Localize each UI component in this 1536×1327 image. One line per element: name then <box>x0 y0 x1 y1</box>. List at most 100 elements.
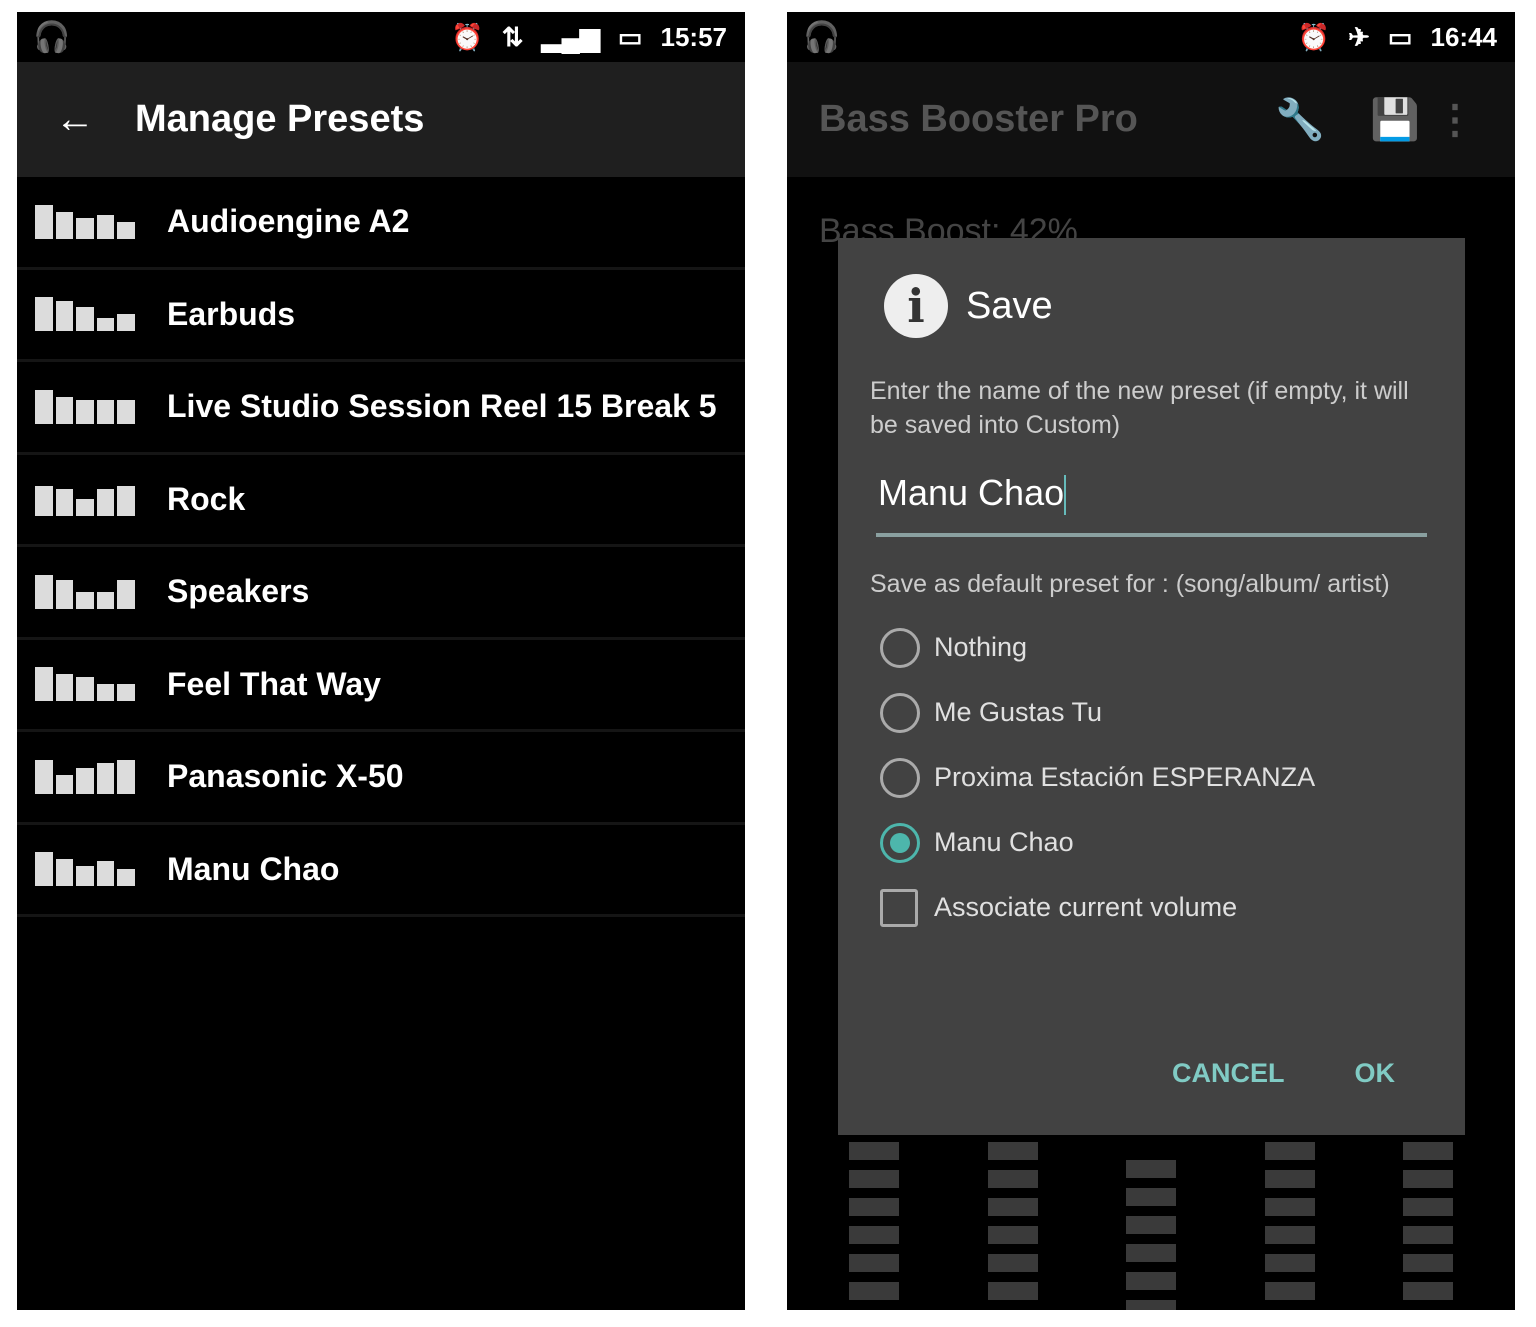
eq-bar <box>35 485 53 517</box>
preset-name: Audioengine A2 <box>167 203 410 240</box>
eq-bar <box>55 300 74 332</box>
preset-item[interactable]: Rock <box>17 455 745 547</box>
radio-button[interactable] <box>880 692 920 733</box>
eq-bar <box>35 297 53 332</box>
eq-bar <box>117 399 135 424</box>
save-icon[interactable]: 💾 <box>1370 96 1420 143</box>
eq-bar <box>55 775 74 794</box>
eq-bar <box>35 852 53 887</box>
eq-band <box>1126 1160 1176 1310</box>
save-dialog: i Save Enter the name of the new preset … <box>838 238 1465 1135</box>
eq-bar <box>55 489 74 517</box>
eq-bar <box>55 396 74 424</box>
signal-icon: ▂▄▆ <box>541 22 600 52</box>
checkbox-label: Associate current volume <box>934 892 1238 923</box>
radio-button[interactable] <box>880 822 920 863</box>
eq-bar <box>117 485 135 517</box>
eq-bar <box>35 759 53 794</box>
alarm-icon: ⏰ <box>451 22 484 52</box>
radio-option[interactable]: Proxima Estación ESPERANZA <box>880 745 1465 810</box>
dialog-title: Save <box>966 284 1053 327</box>
status-bar: 🎧 ⏰ ⇅ ▂▄▆ ▭ 15:57 <box>17 12 745 62</box>
equalizer-icon <box>35 759 135 794</box>
status-time: 16:44 <box>1430 22 1498 52</box>
radio-button[interactable] <box>880 757 920 798</box>
equalizer-icon <box>35 389 135 424</box>
preset-list: Audioengine A2 Earbuds Live Studio Session… <box>17 177 745 917</box>
equalizer-icon <box>35 667 135 702</box>
preset-item[interactable]: Audioengine A2 <box>17 177 745 270</box>
radio-option[interactable]: Manu Chao <box>880 810 1465 875</box>
battery-icon: ▭ <box>617 22 643 52</box>
eq-band <box>987 1142 1038 1310</box>
cancel-button[interactable]: CANCEL <box>1172 1058 1285 1089</box>
eq-bar <box>117 684 135 702</box>
preset-item[interactable]: Live Studio Session Reel 15 Break 5 <box>17 362 745 455</box>
status-time: 15:57 <box>660 22 728 52</box>
preset-name: Panasonic X-50 <box>167 758 404 795</box>
eq-band <box>849 1142 899 1310</box>
radio-button[interactable] <box>880 627 920 668</box>
eq-bar <box>35 389 53 424</box>
toolbar: ← Manage Presets <box>17 62 745 177</box>
arrow-left-icon[interactable]: ← <box>55 97 135 142</box>
eq-band <box>1403 1142 1453 1310</box>
more-vert-icon[interactable]: ⋮ <box>1435 97 1475 143</box>
eq-bar <box>35 574 53 609</box>
radio-label: Manu Chao <box>934 827 1074 858</box>
checkbox[interactable] <box>880 888 918 927</box>
radio-option[interactable]: Me Gustas Tu <box>880 680 1465 745</box>
equalizer-icon <box>35 204 135 239</box>
status-bar: 🎧 ⏰ ✈ ▭ 16:44 <box>787 12 1515 62</box>
eq-bar <box>117 869 135 887</box>
eq-bar <box>76 865 94 887</box>
dialog-message: Enter the name of the new preset (if emp… <box>870 377 1409 439</box>
eq-bar <box>96 489 115 517</box>
equalizer-icon <box>35 574 135 609</box>
preset-name-input[interactable]: Manu Chao <box>876 472 1427 538</box>
eq-bar <box>55 211 74 239</box>
headphones-icon: 🎧 <box>803 21 841 54</box>
eq-bar <box>117 759 135 794</box>
eq-bar <box>96 317 115 332</box>
equalizer-icon <box>35 852 135 887</box>
default-preset-label: Save as default preset for : (song/album… <box>870 570 1390 599</box>
eq-bar <box>96 860 115 887</box>
headphones-icon: 🎧 <box>33 21 71 54</box>
equalizer-icon <box>35 297 135 332</box>
eq-bar <box>96 214 115 239</box>
eq-bar <box>96 763 115 794</box>
wrench-icon[interactable]: 🔧 <box>1275 96 1325 143</box>
preset-name: Speakers <box>167 573 310 610</box>
eq-bar <box>76 399 94 424</box>
battery-icon: ▭ <box>1387 22 1413 52</box>
eq-bar <box>96 684 115 702</box>
preset-name: Rock <box>167 480 246 517</box>
preset-item[interactable]: Speakers <box>17 547 745 640</box>
preset-item[interactable]: Manu Chao <box>17 825 745 917</box>
equalizer-bars <box>849 1142 1453 1310</box>
manage-presets-screen: 🎧 ⏰ ⇅ ▂▄▆ ▭ 15:57 ← Manage Presets Audio… <box>17 12 745 1310</box>
input-value: Manu Chao <box>878 472 1065 513</box>
eq-bar <box>76 768 94 794</box>
airplane-icon: ✈ <box>1348 22 1370 52</box>
preset-item[interactable]: Feel That Way <box>17 640 745 732</box>
eq-bar <box>76 499 94 517</box>
eq-bar <box>96 591 115 609</box>
preset-item[interactable]: Earbuds <box>17 270 745 362</box>
eq-bar <box>76 307 94 332</box>
eq-bar <box>96 399 115 424</box>
radio-option[interactable]: Nothing <box>880 615 1465 680</box>
associate-volume-checkbox[interactable]: Associate current volume <box>880 875 1465 940</box>
preset-item[interactable]: Panasonic X-50 <box>17 732 745 825</box>
preset-name: Feel That Way <box>167 665 381 702</box>
info-icon: i <box>884 274 948 338</box>
equalizer-icon <box>35 482 135 517</box>
eq-bar <box>55 579 74 609</box>
eq-bar <box>76 218 94 239</box>
eq-band <box>1264 1142 1315 1310</box>
ok-button[interactable]: OK <box>1355 1058 1396 1089</box>
eq-bar <box>55 674 74 702</box>
alarm-icon: ⏰ <box>1297 22 1331 52</box>
toolbar: Bass Booster Pro 🔧 💾 ⋮ <box>787 62 1515 177</box>
